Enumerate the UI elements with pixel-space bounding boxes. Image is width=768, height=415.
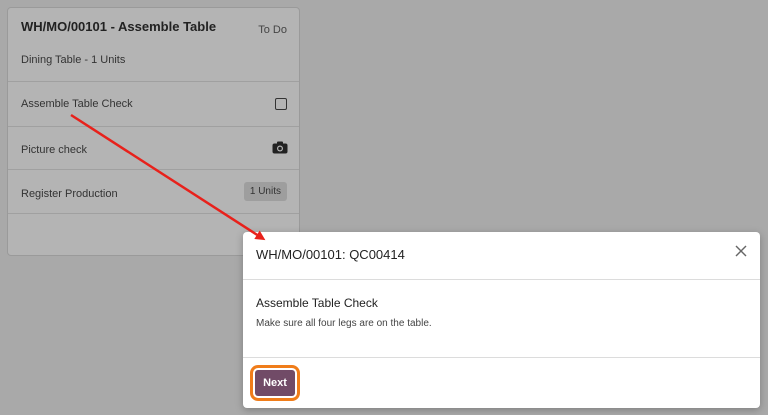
annotation-arrow (70, 113, 266, 241)
